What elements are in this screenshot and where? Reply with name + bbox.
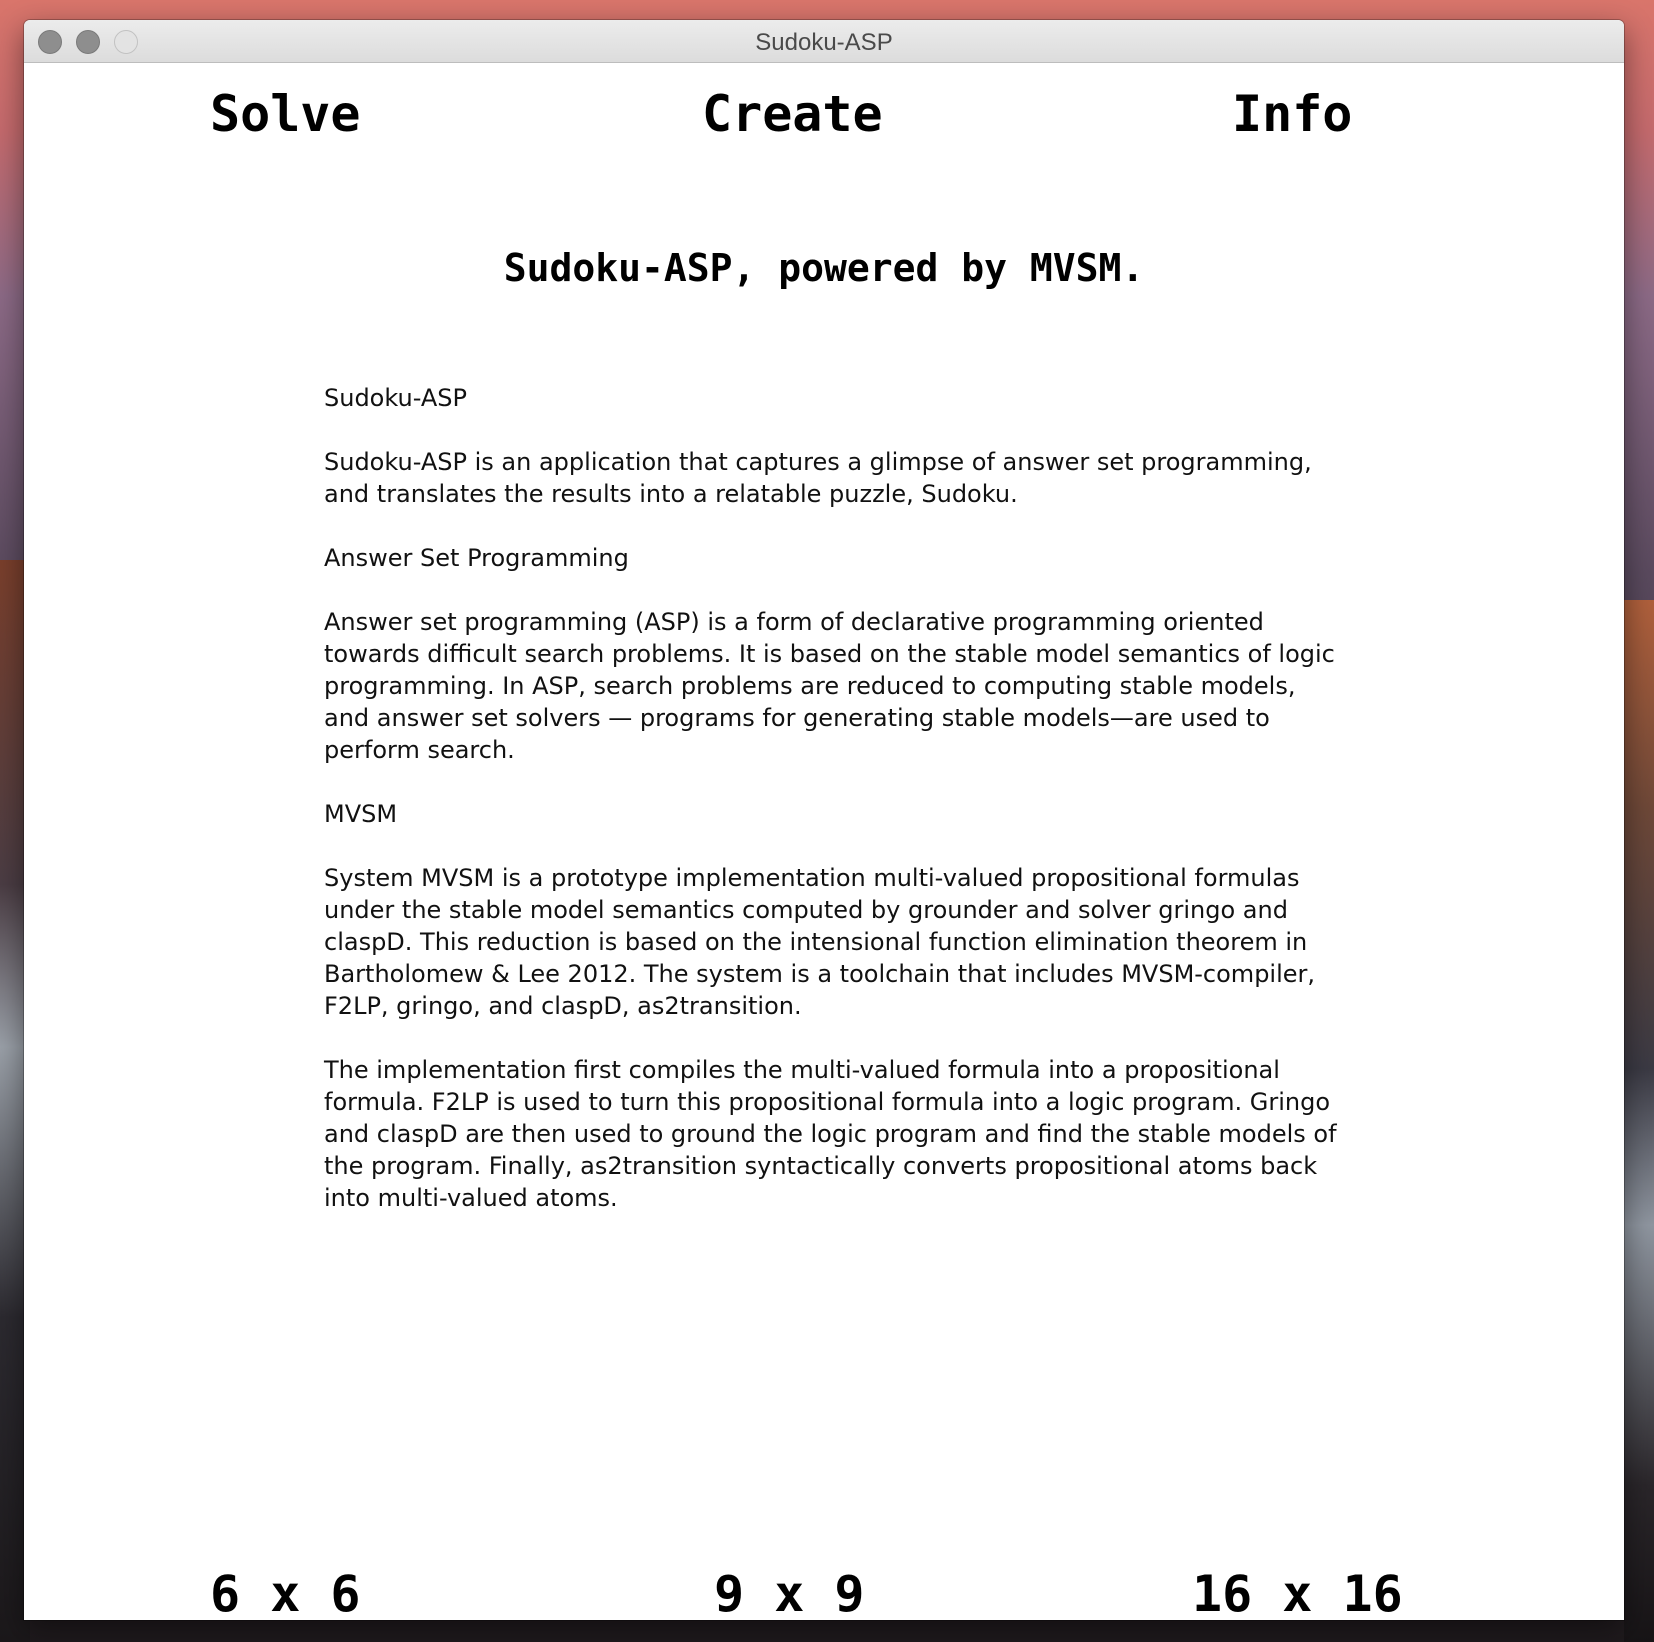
- bottom-nav: 6 x 6 9 x 9 16 x 16: [24, 1564, 1624, 1620]
- size-6x6-button[interactable]: 6 x 6: [210, 1564, 361, 1620]
- desktop-background-right: [1624, 600, 1654, 1642]
- section-title-asp: Answer Set Programming: [324, 544, 629, 572]
- size-16x16-button[interactable]: 16 x 16: [1192, 1564, 1403, 1620]
- size-9x9-button[interactable]: 9 x 9: [714, 1564, 865, 1620]
- top-nav: Solve Create Info: [24, 84, 1624, 144]
- window-title: Sudoku-ASP: [755, 29, 893, 56]
- paragraph-asp: Answer set programming (ASP) is a form o…: [324, 608, 1335, 764]
- title-bar: Sudoku-ASP: [24, 20, 1624, 63]
- info-content: Sudoku-ASP Sudoku-ASP is an application …: [324, 382, 1344, 1246]
- section-title-sudoku-asp: Sudoku-ASP: [324, 384, 467, 412]
- solve-button[interactable]: Solve: [210, 84, 361, 144]
- paragraph-mvsm: System MVSM is a prototype implementatio…: [324, 864, 1316, 1020]
- section-title-mvsm: MVSM: [324, 800, 398, 828]
- create-button[interactable]: Create: [702, 84, 883, 144]
- info-button[interactable]: Info: [1232, 84, 1352, 144]
- app-window: Sudoku-ASP Solve Create Info Sudoku-ASP,…: [24, 20, 1624, 1620]
- paragraph-sudoku-asp: Sudoku-ASP is an application that captur…: [324, 448, 1312, 508]
- paragraph-implementation: The implementation first compiles the mu…: [324, 1056, 1337, 1212]
- page-heading: Sudoku-ASP, powered by MVSM.: [503, 246, 1145, 290]
